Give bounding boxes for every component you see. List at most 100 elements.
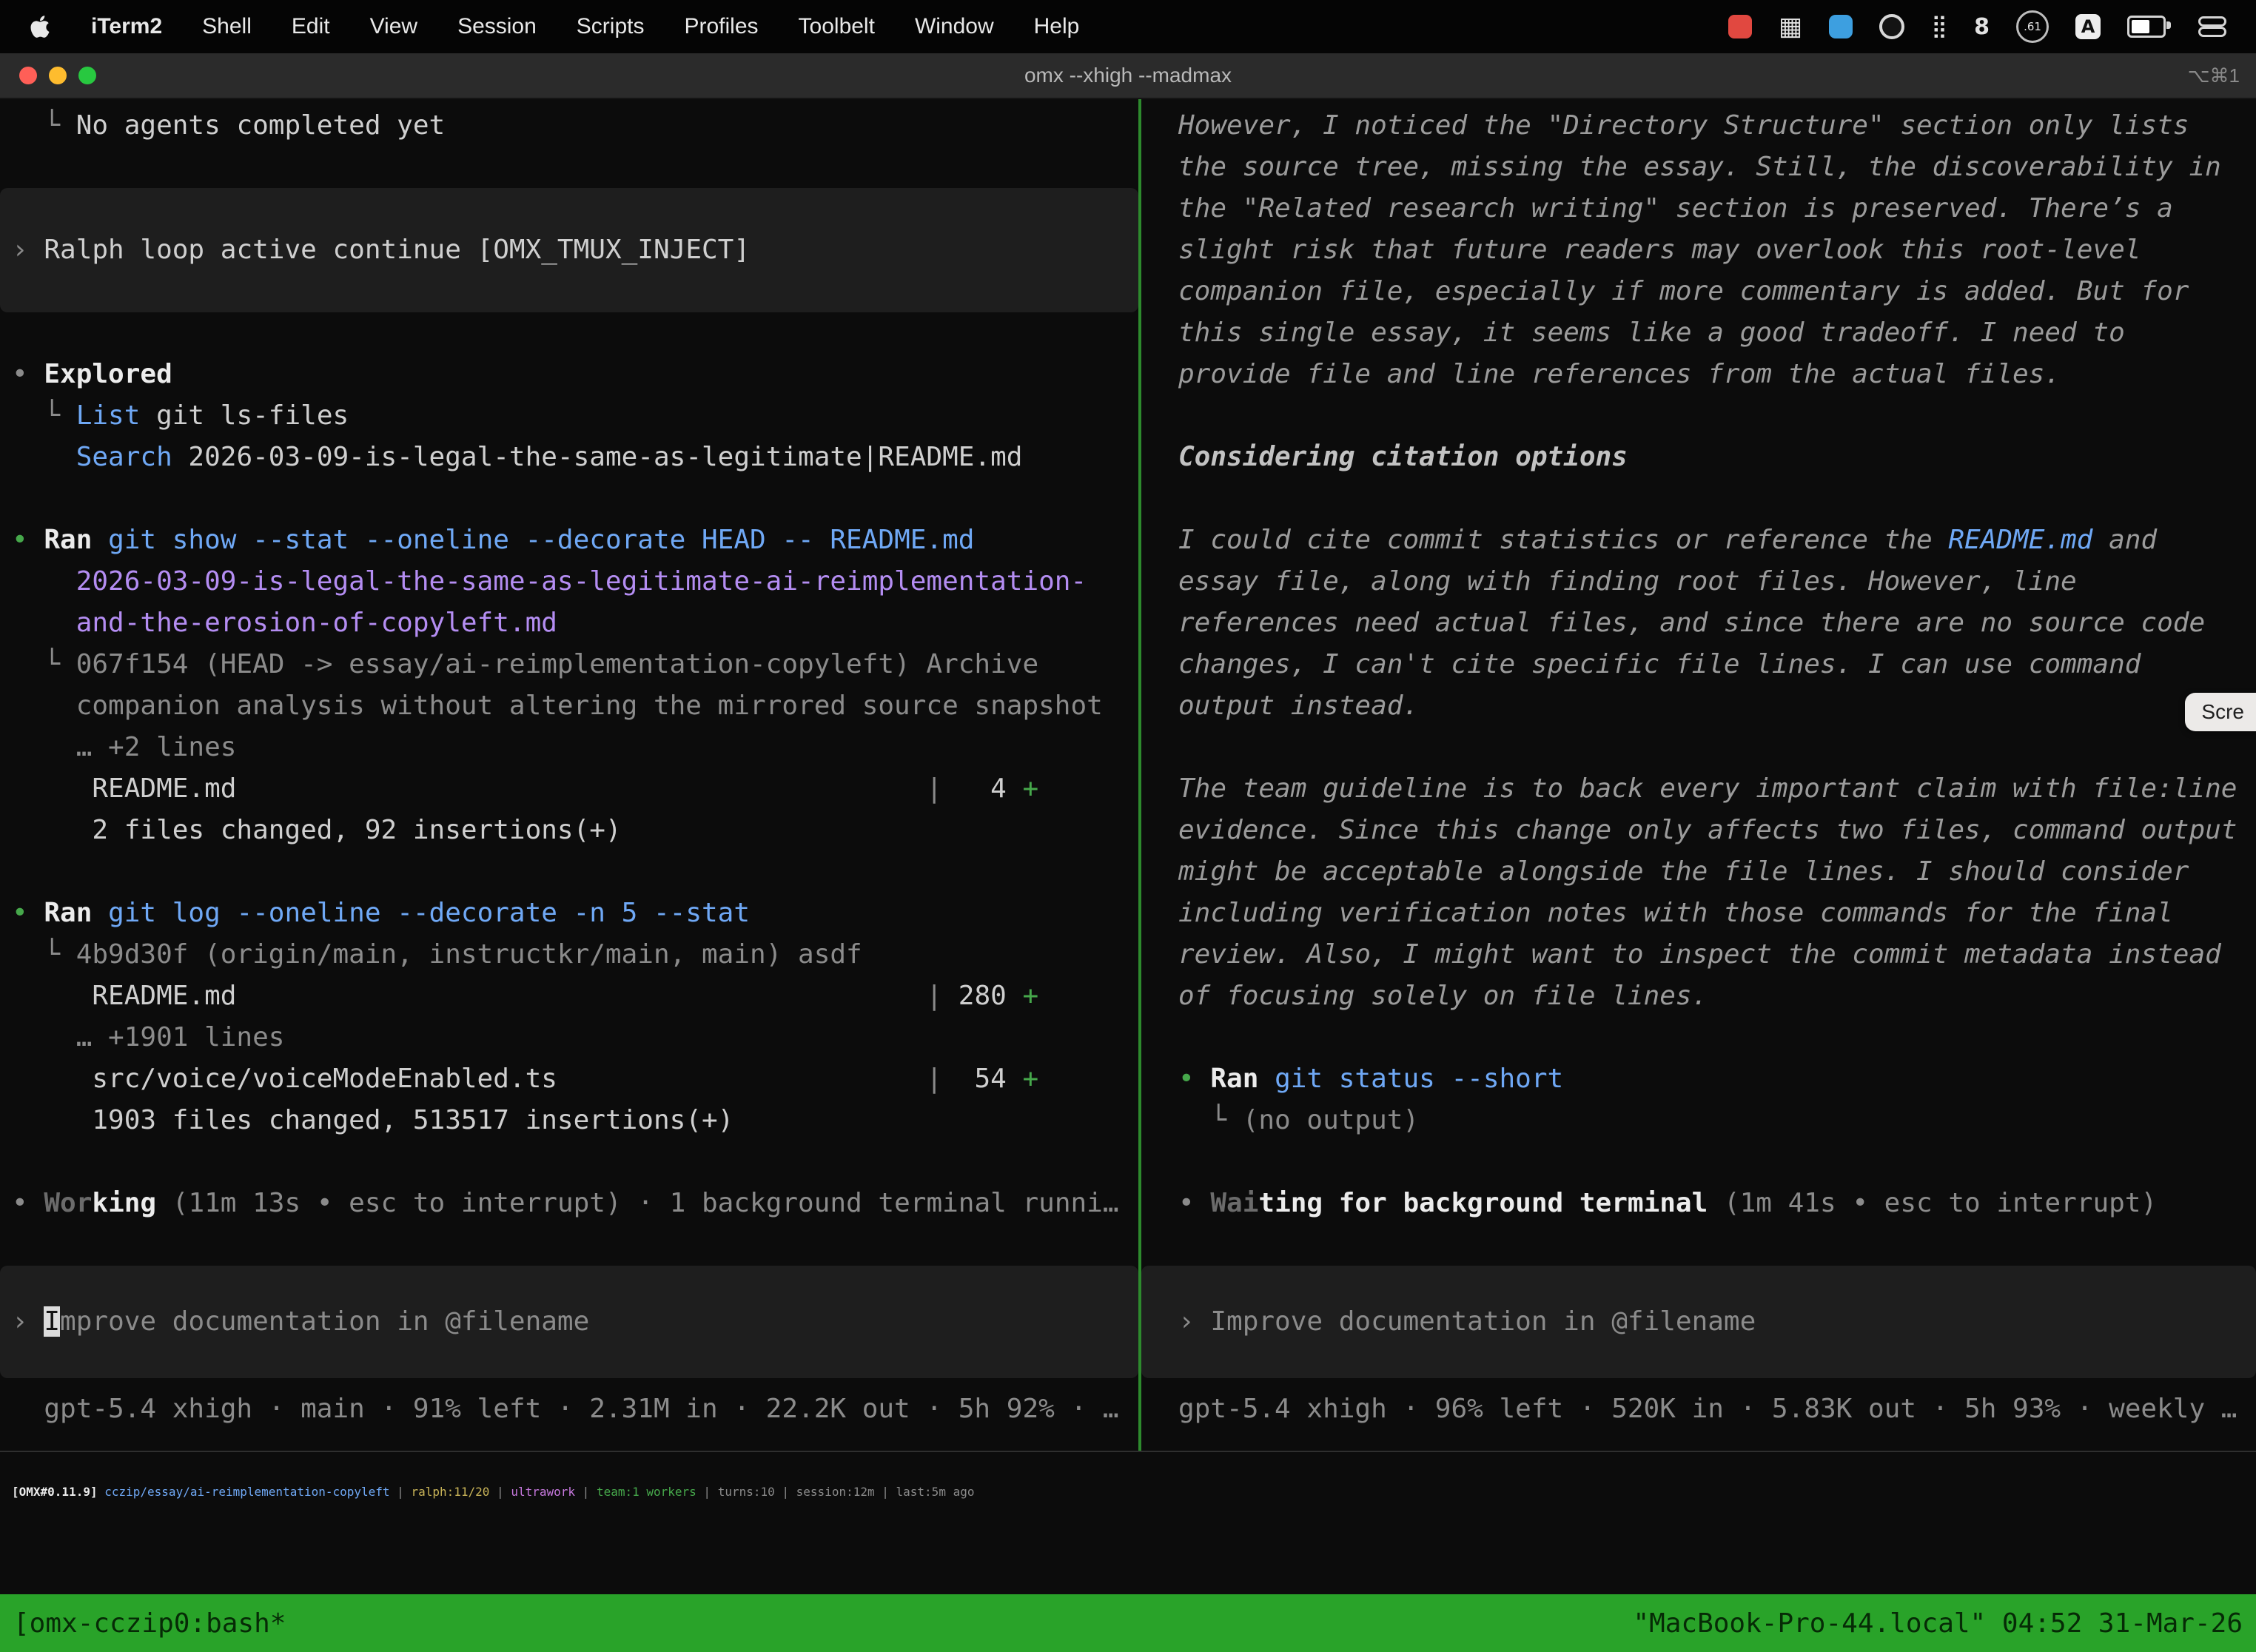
- battery-percent-ring-icon[interactable]: .61: [2016, 10, 2049, 43]
- blank-line: [0, 312, 1138, 354]
- terminal-line: might be acceptable alongside the file l…: [1141, 851, 2256, 893]
- blank-line: [0, 147, 1138, 188]
- macos-menu-bar: iTerm2ShellEditViewSessionScriptsProfile…: [0, 0, 2256, 53]
- terminal-line: changes, I can't cite specific file line…: [1141, 644, 2256, 685]
- menu-shell[interactable]: Shell: [182, 14, 272, 39]
- menu-window[interactable]: Window: [895, 14, 1014, 39]
- blank-line: [0, 1141, 1138, 1183]
- terminal-panes: └ No agents completed yet › Ralph loop ac…: [0, 99, 2256, 1451]
- terminal-line: • Ran git show --stat --oneline --decora…: [0, 520, 1138, 561]
- terminal-line: 2 files changed, 92 insertions(+): [0, 810, 1138, 851]
- input-source-icon[interactable]: A: [2075, 14, 2101, 39]
- zoom-button[interactable]: [78, 67, 96, 84]
- terminal-line: src/voice/voiceModeEnabled.ts | 54 +: [0, 1058, 1138, 1100]
- terminal-line: └ 067f154 (HEAD -> essay/ai-reimplementa…: [0, 644, 1138, 685]
- blank-line: [1141, 1017, 2256, 1058]
- terminal-line: • Ran git status --short: [1141, 1058, 2256, 1100]
- blank-line: [0, 851, 1138, 893]
- command-input[interactable]: › Improve documentation in @filename: [1141, 1266, 2256, 1378]
- window-title: omx --xhigh --madmax: [1024, 64, 1232, 87]
- session-status-line: gpt-5.4 xhigh · 96% left · 520K in · 5.8…: [1141, 1389, 2256, 1430]
- terminal-line: The team guideline is to back every impo…: [1141, 768, 2256, 810]
- desktop-screen: iTerm2ShellEditViewSessionScriptsProfile…: [0, 0, 2256, 1652]
- right-terminal-pane[interactable]: However, I noticed the "Directory Struct…: [1141, 99, 2256, 1451]
- terminal-line: Search 2026-03-09-is-legal-the-same-as-l…: [0, 437, 1138, 478]
- menu-scripts[interactable]: Scripts: [557, 14, 665, 39]
- terminal-line: the "Related research writing" section i…: [1141, 188, 2256, 229]
- terminal-line: • Working (11m 13s • esc to interrupt) ·…: [0, 1183, 1138, 1224]
- menu-edit[interactable]: Edit: [272, 14, 350, 39]
- terminal-line: Considering citation options: [1141, 437, 2256, 478]
- prompt-banner: › Ralph loop active continue [OMX_TMUX_I…: [0, 188, 1138, 312]
- terminal-line: review. Also, I might want to inspect th…: [1141, 934, 2256, 976]
- terminal-line: • Explored: [0, 354, 1138, 395]
- minimize-button[interactable]: [49, 67, 67, 84]
- apple-logo-icon: [30, 14, 50, 39]
- terminal-line: of focusing solely on file lines.: [1141, 976, 2256, 1017]
- window-shortcut-hint: ⌥⌘1: [2188, 64, 2240, 87]
- blank-line: [1141, 1224, 2256, 1266]
- terminal-line: provide file and line references from th…: [1141, 354, 2256, 395]
- blank-line: [0, 1224, 1138, 1266]
- tmux-host-clock: "MacBook-Pro-44.local" 04:52 31-Mar-26: [1633, 1608, 2243, 1639]
- control-center-icon[interactable]: [2198, 16, 2226, 37]
- traffic-lights: [19, 53, 96, 98]
- terminal-line: … +1901 lines: [0, 1017, 1138, 1058]
- screen-sharing-button[interactable]: Scre: [2185, 693, 2256, 731]
- terminal-line: └ List git ls-files: [0, 395, 1138, 437]
- menu-profiles[interactable]: Profiles: [664, 14, 778, 39]
- blank-line: [0, 478, 1138, 520]
- terminal-line: including verification notes with those …: [1141, 893, 2256, 934]
- blank-line: [1141, 395, 2256, 437]
- input-text: › Ralph loop active continue [OMX_TMUX_I…: [0, 229, 1138, 271]
- terminal-line: evidence. Since this change only affects…: [1141, 810, 2256, 851]
- menu-session[interactable]: Session: [437, 14, 557, 39]
- terminal-line: essay file, along with finding root file…: [1141, 561, 2256, 602]
- menu-iterm2[interactable]: iTerm2: [71, 14, 182, 39]
- session-status-line: gpt-5.4 xhigh · main · 91% left · 2.31M …: [0, 1389, 1138, 1430]
- terminal-line: └ No agents completed yet: [0, 105, 1138, 147]
- window-grid-icon[interactable]: ▦: [1779, 14, 1802, 39]
- screen-recording-indicator-icon[interactable]: [1728, 15, 1752, 38]
- battery-icon[interactable]: [2127, 16, 2166, 38]
- terminal-line: 1903 files changed, 513517 insertions(+): [0, 1100, 1138, 1141]
- tmux-status-bar: [omx-cczip0:bash* "MacBook-Pro-44.local"…: [0, 1594, 2256, 1652]
- terminal-line: • Waiting for background terminal (1m 41…: [1141, 1183, 2256, 1224]
- input-text: › Improve documentation in @filename: [0, 1301, 1138, 1343]
- menu-bar-status-icons: ▦ ⣿ 8 .61 A: [1728, 10, 2256, 43]
- omx-status-bar: [OMX#0.11.9] cczip/essay/ai-reimplementa…: [0, 1471, 2256, 1513]
- command-input[interactable]: › Improve documentation in @filename: [0, 1266, 1138, 1378]
- terminal-line: companion file, especially if more comme…: [1141, 271, 2256, 312]
- terminal-line: slight risk that future readers may over…: [1141, 229, 2256, 271]
- input-text: › Improve documentation in @filename: [1141, 1301, 2256, 1343]
- terminal-line: README.md | 4 +: [0, 768, 1138, 810]
- close-button[interactable]: [19, 67, 37, 84]
- terminal-line: 2026-03-09-is-legal-the-same-as-legitima…: [0, 561, 1138, 602]
- terminal-line: companion analysis without altering the …: [0, 685, 1138, 727]
- terminal-line: and-the-erosion-of-copyleft.md: [0, 602, 1138, 644]
- terminal-line: this single essay, it seems like a good …: [1141, 312, 2256, 354]
- keyboard-dots-icon[interactable]: ⣿: [1931, 16, 1947, 38]
- terminal-line: └ 4b9d30f (origin/main, instructkr/main,…: [0, 934, 1138, 976]
- terminal-window: └ No agents completed yet › Ralph loop ac…: [0, 99, 2256, 1652]
- menu-help[interactable]: Help: [1014, 14, 1100, 39]
- left-terminal-pane[interactable]: └ No agents completed yet › Ralph loop ac…: [0, 99, 1138, 1451]
- blue-app-icon[interactable]: [1829, 15, 1853, 38]
- blank-line: [1141, 478, 2256, 520]
- terminal-line: README.md | 280 +: [0, 976, 1138, 1017]
- terminal-line: └ (no output): [1141, 1100, 2256, 1141]
- terminal-line: • Ran git log --oneline --decorate -n 5 …: [0, 893, 1138, 934]
- terminal-line: … +2 lines: [0, 727, 1138, 768]
- menu-toolbelt[interactable]: Toolbelt: [779, 14, 895, 39]
- apple-menu[interactable]: [0, 14, 71, 39]
- blank-line: [1141, 1141, 2256, 1183]
- dark-app-icon[interactable]: [1879, 14, 1904, 39]
- terminal-line: output instead.: [1141, 685, 2256, 727]
- terminal-line: the source tree, missing the essay. Stil…: [1141, 147, 2256, 188]
- status-separator: [0, 1451, 2256, 1452]
- stat-digit-icon[interactable]: 8: [1974, 14, 1990, 40]
- menu-view[interactable]: View: [350, 14, 437, 39]
- blank-line: [1141, 727, 2256, 768]
- window-title-bar[interactable]: omx --xhigh --madmax ⌥⌘1: [0, 53, 2256, 99]
- terminal-line: references need actual files, and since …: [1141, 602, 2256, 644]
